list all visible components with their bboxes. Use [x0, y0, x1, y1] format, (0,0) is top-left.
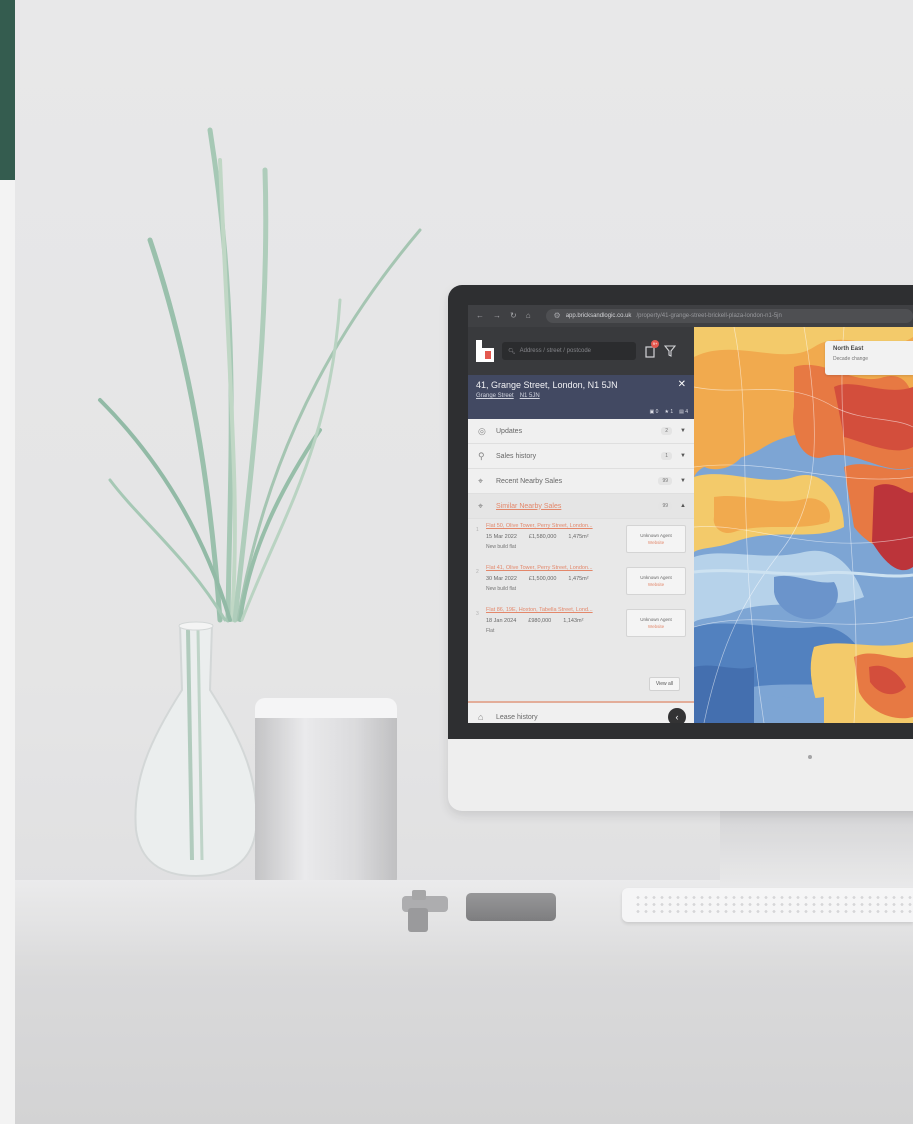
plant-illustration — [98, 127, 422, 623]
section-lease-history[interactable]: ⌂ Lease history ‹ — [468, 701, 694, 723]
property-sidebar: 🔍︎ Address / street / postcode 9+ 41, Gr… — [468, 327, 694, 723]
section-recent-nearby-sales[interactable]: ⌖ Recent Nearby Sales 99 ▼ — [468, 469, 694, 494]
pin-icon: ⌖ — [478, 475, 484, 486]
close-icon[interactable]: ✕ — [678, 379, 686, 390]
postcode-link[interactable]: N1 5JN — [520, 393, 540, 399]
agent-website-link[interactable]: Website — [648, 624, 664, 629]
smartphone — [466, 893, 556, 921]
smart-watch — [402, 890, 448, 932]
brand-accent-bar — [0, 0, 15, 180]
sale-price: £1,580,000 — [528, 534, 557, 540]
similar-sales-list: 1 Flat 50, Olive Tower, Perry Street, Lo… — [468, 519, 694, 701]
sale-date: 18 Jan 2024 — [486, 618, 517, 624]
count-badge: 2 — [661, 427, 673, 435]
sidebar-header: 🔍︎ Address / street / postcode 9+ — [468, 327, 694, 375]
collapse-sidebar-button[interactable]: ‹ — [668, 708, 686, 723]
stat-documents[interactable]: ▤ 4 — [679, 409, 688, 415]
view-all-button[interactable]: View all — [648, 677, 680, 691]
street-link[interactable]: Grange Street — [476, 393, 514, 399]
brand-logo-icon[interactable] — [476, 340, 494, 362]
sale-type: Flat — [486, 628, 495, 634]
property-stats: ▣ 0 ★ 1 ▤ 4 — [650, 409, 688, 415]
keyboard — [622, 888, 913, 922]
chevron-up-icon[interactable]: ▲ — [680, 503, 686, 509]
count-badge: 1 — [661, 452, 673, 460]
region-subtitle: Decade change — [833, 356, 869, 362]
agent-card: Unknown Agent Website — [626, 609, 686, 637]
agent-name: Unknown Agent — [640, 617, 672, 622]
smart-speaker — [255, 700, 397, 886]
property-address-card: 41, Grange Street, London, N1 5JN Grange… — [468, 375, 694, 419]
choropleth-map[interactable] — [694, 327, 913, 723]
sale-area: 1,143m² — [563, 618, 584, 624]
row-number: 3 — [476, 611, 479, 617]
agent-card: Unknown Agent Website — [626, 525, 686, 553]
sale-area: 1,475m² — [568, 534, 589, 540]
app-screen: ← → ↻ ⌂ ⚙ app.bricksandlogic.co.uk/prope… — [468, 305, 913, 723]
forward-icon[interactable]: → — [493, 312, 501, 320]
monitor-stand — [720, 806, 913, 894]
search-placeholder: Address / street / postcode — [519, 348, 591, 354]
chevron-down-icon[interactable]: ▼ — [680, 453, 686, 459]
sale-area: 1,475m² — [568, 576, 589, 582]
reload-icon[interactable]: ↻ — [510, 312, 517, 320]
list-item: 2 Flat 41, Olive Tower, Perry Street, Lo… — [476, 565, 686, 607]
section-similar-nearby-sales[interactable]: ⌖ Similar Nearby Sales 99 ▲ — [468, 494, 694, 519]
address-bar[interactable]: ⚙ app.bricksandlogic.co.uk/property/41-g… — [545, 309, 913, 323]
search-icon: 🔍︎ — [508, 348, 516, 355]
agent-card: Unknown Agent Website — [626, 567, 686, 595]
sale-title-link[interactable]: Flat 86, 19E, Hoxton, Tabella Street, Lo… — [486, 607, 626, 613]
keyboard-keys — [634, 894, 913, 916]
sale-price: £980,000 — [528, 618, 552, 624]
agent-website-link[interactable]: Website — [648, 582, 664, 587]
section-updates[interactable]: ◎ Updates 2 ▼ — [468, 419, 694, 444]
sale-title-link[interactable]: Flat 50, Olive Tower, Perry Street, Lond… — [486, 523, 626, 529]
speaker-top — [255, 698, 397, 718]
sale-type: New build flat — [486, 544, 517, 550]
sale-date: 30 Mar 2022 — [486, 576, 517, 582]
sale-price: £1,500,000 — [528, 576, 557, 582]
list-item: 3 Flat 86, 19E, Hoxton, Tabella Street, … — [476, 607, 686, 649]
chevron-down-icon[interactable]: ▼ — [680, 428, 686, 434]
monitor-logo-dot — [808, 755, 812, 759]
agent-name: Unknown Agent — [640, 575, 672, 580]
pin-icon: ⌖ — [478, 500, 484, 511]
url-path: /property/41-grange-street-brickell-plaz… — [636, 313, 782, 319]
sale-title-link[interactable]: Flat 41, Olive Tower, Perry Street, Lond… — [486, 565, 626, 571]
map-region-panel[interactable]: North East Decade change — [825, 341, 913, 375]
count-badge: 99 — [658, 502, 673, 510]
property-title: 41, Grange Street, London, N1 5JN — [476, 380, 618, 390]
section-sales-history[interactable]: ⚲ Sales history 1 ▼ — [468, 444, 694, 469]
search-input[interactable]: 🔍︎ Address / street / postcode — [502, 342, 636, 360]
row-number: 2 — [476, 569, 479, 575]
region-title: North East — [833, 346, 864, 352]
sale-type: New build flat — [486, 586, 517, 592]
count-badge: 99 — [658, 477, 673, 485]
notification-badge: 9+ — [651, 340, 659, 348]
sale-date: 15 Mar 2022 — [486, 534, 517, 540]
stat-comments[interactable]: ▣ 0 — [650, 409, 659, 415]
tag-icon: ⌂ — [478, 712, 484, 722]
chevron-down-icon[interactable]: ▼ — [680, 478, 686, 484]
agent-name: Unknown Agent — [640, 533, 672, 538]
filter-icon[interactable] — [664, 345, 676, 357]
glass-vase — [134, 621, 258, 878]
home-icon[interactable]: ⌂ — [526, 312, 531, 320]
row-number: 1 — [476, 527, 479, 533]
person-icon: ⚲ — [478, 450, 485, 461]
heat-map[interactable]: North East Decade change — [694, 327, 913, 723]
notifications-button[interactable]: 9+ — [644, 340, 659, 358]
browser-toolbar: ← → ↻ ⌂ ⚙ app.bricksandlogic.co.uk/prope… — [468, 305, 913, 327]
agent-website-link[interactable]: Website — [648, 540, 664, 545]
list-item: 1 Flat 50, Olive Tower, Perry Street, Lo… — [476, 523, 686, 565]
stat-favourites[interactable]: ★ 1 — [664, 409, 673, 415]
site-info-icon[interactable]: ⚙ — [554, 312, 561, 320]
globe-icon: ◎ — [478, 425, 486, 436]
url-domain: app.bricksandlogic.co.uk — [565, 313, 632, 319]
back-icon[interactable]: ← — [476, 312, 484, 320]
